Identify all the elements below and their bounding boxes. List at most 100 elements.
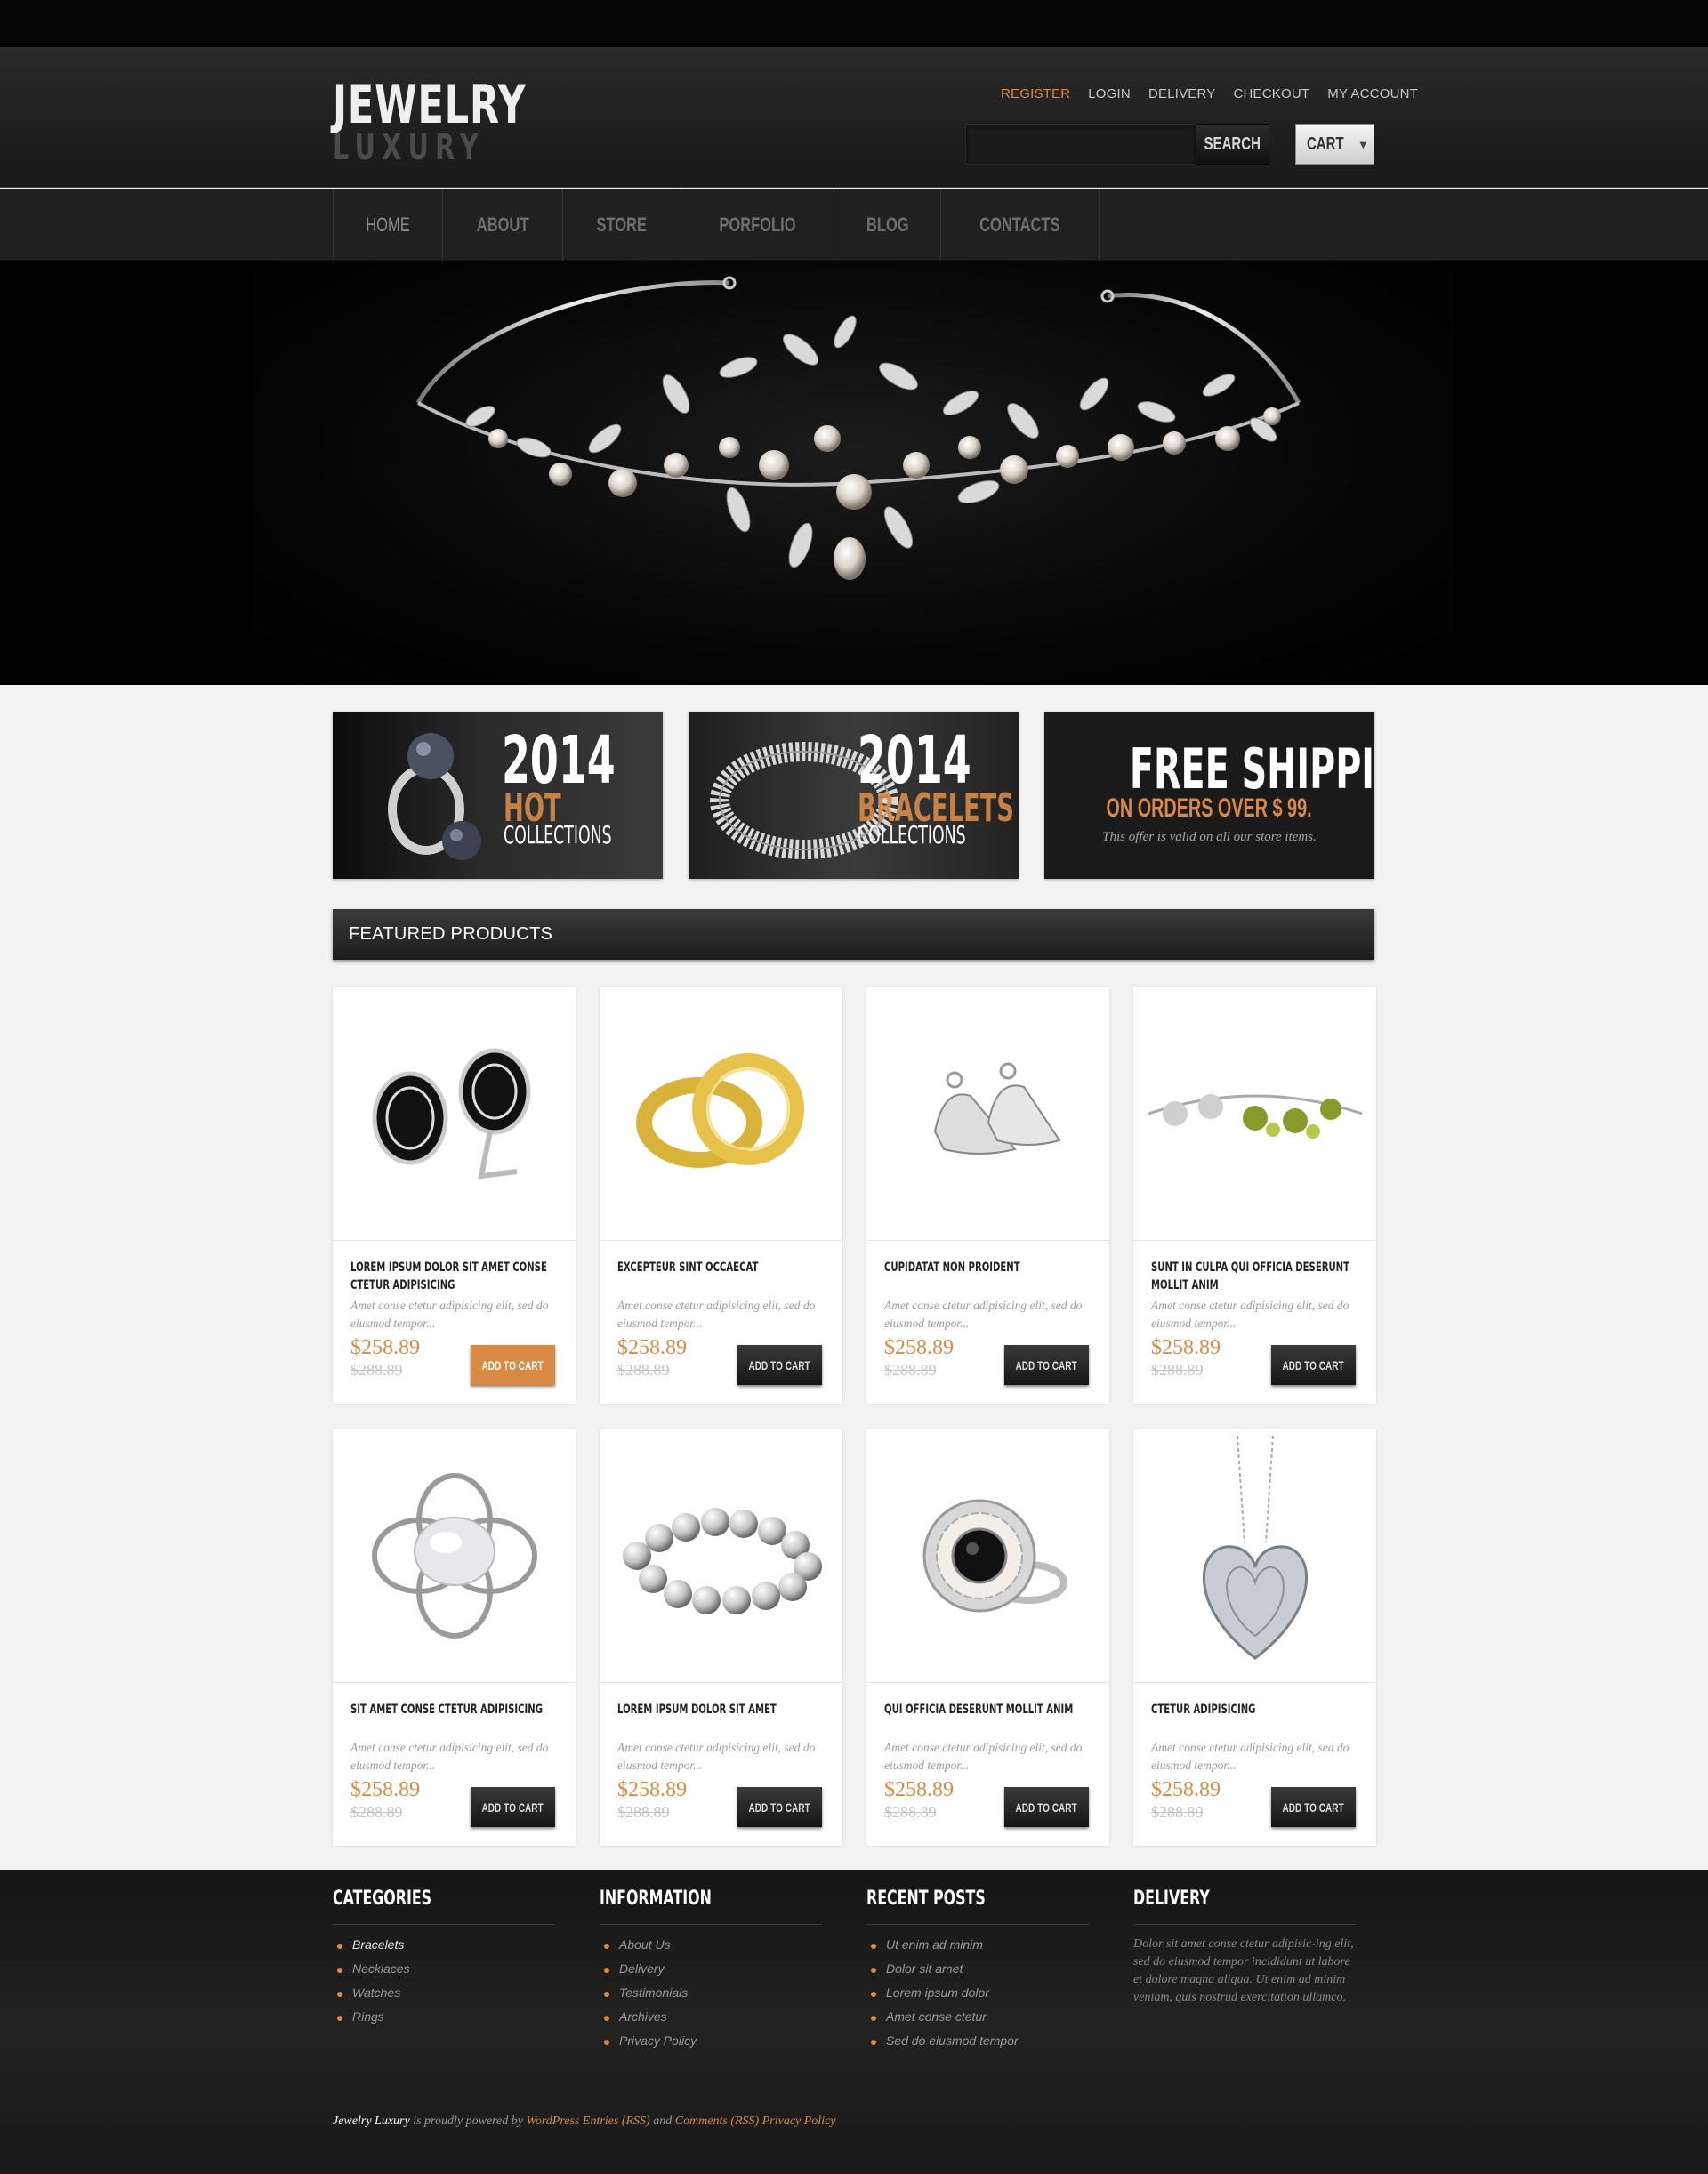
free-shipping-subtitle: ON ORDERS OVER $ 99. xyxy=(1044,793,1374,824)
footer-link-about-us[interactable]: About Us xyxy=(600,1937,822,1952)
footer-post-link[interactable]: Lorem ipsum dolor xyxy=(866,1985,1089,2000)
product-old-price: $288.89 xyxy=(884,1361,937,1379)
site-footer: CATEGORIES Bracelets Necklaces Watches R… xyxy=(0,1870,1708,2174)
top-strip xyxy=(0,0,1708,47)
my-account-link[interactable]: MY ACCOUNT xyxy=(1327,86,1418,101)
product-card: CUPIDATAT NON PROIDENT Amet conse ctetur… xyxy=(866,987,1109,1404)
product-desc: Amet conse ctetur adipisicing elit, sed … xyxy=(617,1299,816,1330)
free-shipping-title: FREE SHIPPING xyxy=(1044,737,1374,801)
footer-link-archives[interactable]: Archives xyxy=(600,2009,822,2024)
product-title[interactable]: SUNT IN CULPA QUI OFFICIA DESERUNT MOLLI… xyxy=(1151,1259,1360,1294)
product-title[interactable]: LOREM IPSUM DOLOR SIT AMET xyxy=(617,1701,826,1719)
product-old-price: $288.89 xyxy=(1151,1361,1204,1379)
product-card: CTETUR ADIPISICING Amet conse ctetur adi… xyxy=(1133,1429,1376,1846)
wordpress-link[interactable]: WordPress xyxy=(526,2114,579,2128)
footer-link-watches[interactable]: Watches xyxy=(333,1985,555,2000)
footer-heading: CATEGORIES xyxy=(333,1888,555,1925)
footer-post-link[interactable]: Sed do eiusmod tempor xyxy=(866,2033,1089,2048)
product-title-text: LOREM IPSUM DOLOR SIT AMET CONSE CTETUR … xyxy=(350,1260,547,1292)
add-to-cart-button[interactable]: ADD TO CART xyxy=(471,1345,555,1385)
delivery-link[interactable]: DELIVERY xyxy=(1148,86,1216,101)
privacy-policy-link[interactable]: Privacy Policy xyxy=(759,2114,836,2128)
cart-button[interactable]: CART ▼ xyxy=(1295,124,1374,165)
promo-bracelets-collections[interactable]: 2014 BRACELETS COLLECTIONS xyxy=(689,712,1019,879)
add-to-cart-label: ADD TO CART xyxy=(481,1357,544,1373)
hero-banner xyxy=(0,261,1708,685)
footer-link-delivery[interactable]: Delivery xyxy=(600,1961,822,1976)
product-image-bead-bracelet[interactable] xyxy=(600,1429,842,1683)
checkout-link[interactable]: CHECKOUT xyxy=(1233,86,1309,101)
nav-contacts[interactable]: CONTACTS xyxy=(941,189,1100,261)
product-image-flower-bracelet[interactable] xyxy=(1133,987,1376,1241)
add-to-cart-button[interactable]: ADD TO CART xyxy=(737,1787,822,1827)
footer-recent-posts: RECENT POSTS Ut enim ad minim Dolor sit … xyxy=(866,1888,1089,2057)
product-image-pearl-ring[interactable] xyxy=(866,1429,1109,1683)
footer-link-rings[interactable]: Rings xyxy=(333,2009,555,2024)
product-image-heart-pendant[interactable] xyxy=(1133,1429,1376,1683)
promo-hot-collections[interactable]: 2014 HOT COLLECTIONS xyxy=(333,712,663,879)
product-desc: Amet conse ctetur adipisicing elit, sed … xyxy=(350,1741,549,1772)
footer-delivery: DELIVERY Dolor sit amet conse ctetur adi… xyxy=(1133,1888,1356,2007)
product-title[interactable]: SIT AMET CONSE CTETUR ADIPISICING xyxy=(350,1701,560,1719)
product-image-cufflinks[interactable] xyxy=(333,987,576,1241)
product-image-shoe-charms[interactable] xyxy=(866,987,1109,1241)
footer-post-link[interactable]: Dolor sit amet xyxy=(866,1961,1089,1976)
promo-line: COLLECTIONS xyxy=(504,820,612,849)
add-to-cart-label: ADD TO CART xyxy=(748,1357,811,1373)
nav-blog[interactable]: BLOG xyxy=(834,189,942,261)
featured-products-heading: FEATURED PRODUCTS xyxy=(333,909,1374,960)
comments-rss-link[interactable]: Comments (RSS) xyxy=(675,2114,760,2128)
nav-about[interactable]: ABOUT xyxy=(443,189,564,261)
product-title[interactable]: EXCEPTEUR SINT OCCAECAT xyxy=(617,1259,826,1276)
nav-store[interactable]: STORE xyxy=(563,189,681,261)
add-to-cart-button[interactable]: ADD TO CART xyxy=(1271,1787,1356,1827)
nav-home[interactable]: HOME xyxy=(334,189,443,261)
top-links: REGISTER LOGIN DELIVERY CHECKOUT MY ACCO… xyxy=(1001,86,1418,101)
product-image-rings[interactable] xyxy=(600,987,842,1241)
product-price: $258.89 xyxy=(350,1336,420,1359)
copyright: Jewelry Luxury is proudly powered by Wor… xyxy=(333,2114,836,2129)
product-old-price: $288.89 xyxy=(617,1361,670,1379)
product-desc: Amet conse ctetur adipisicing elit, sed … xyxy=(350,1299,549,1330)
add-to-cart-button[interactable]: ADD TO CART xyxy=(1271,1345,1356,1385)
nav-portfolio[interactable]: PORFOLIO xyxy=(681,189,834,261)
product-desc: Amet conse ctetur adipisicing elit, sed … xyxy=(1151,1741,1349,1772)
entries-rss-link[interactable]: Entries (RSS) xyxy=(579,2114,650,2128)
add-to-cart-button[interactable]: ADD TO CART xyxy=(737,1345,822,1385)
footer-link-privacy-policy[interactable]: Privacy Policy xyxy=(600,2033,822,2048)
product-title[interactable]: QUI OFFICIA DESERUNT MOLLIT ANIM xyxy=(884,1701,1093,1719)
footer-link-necklaces[interactable]: Necklaces xyxy=(333,1961,555,1976)
add-to-cart-button[interactable]: ADD TO CART xyxy=(1004,1345,1089,1385)
product-title-text: SUNT IN CULPA QUI OFFICIA DESERUNT MOLLI… xyxy=(1151,1260,1349,1292)
main-nav: HOME ABOUT STORE PORFOLIO BLOG CONTACTS xyxy=(0,189,1708,261)
add-to-cart-label: ADD TO CART xyxy=(1015,1357,1078,1373)
copyright-powered: is proudly powered by xyxy=(409,2114,527,2128)
footer-categories: CATEGORIES Bracelets Necklaces Watches R… xyxy=(333,1888,555,2033)
footer-post-link[interactable]: Ut enim ad minim xyxy=(866,1937,1089,1952)
product-card: SIT AMET CONSE CTETUR ADIPISICING Amet c… xyxy=(333,1429,576,1846)
footer-link-bracelets[interactable]: Bracelets xyxy=(333,1937,555,1952)
product-title[interactable]: LOREM IPSUM DOLOR SIT AMET CONSE CTETUR … xyxy=(350,1259,560,1294)
footer-heading: INFORMATION xyxy=(600,1888,822,1925)
product-price: $258.89 xyxy=(884,1336,954,1359)
search-button[interactable]: SEARCH xyxy=(1196,124,1269,165)
search-input[interactable] xyxy=(965,124,1196,165)
login-link[interactable]: LOGIN xyxy=(1088,86,1131,101)
product-image-crystal-ring[interactable] xyxy=(333,1429,576,1683)
product-card: SUNT IN CULPA QUI OFFICIA DESERUNT MOLLI… xyxy=(1133,987,1376,1404)
add-to-cart-button[interactable]: ADD TO CART xyxy=(471,1787,555,1827)
footer-information: INFORMATION About Us Delivery Testimonia… xyxy=(600,1888,822,2057)
promo-line: COLLECTIONS xyxy=(858,820,966,849)
ring-image xyxy=(388,733,481,860)
product-price: $258.89 xyxy=(350,1778,420,1801)
add-to-cart-button[interactable]: ADD TO CART xyxy=(1004,1787,1089,1827)
product-old-price: $288.89 xyxy=(350,1803,403,1821)
product-title[interactable]: CTETUR ADIPISICING xyxy=(1151,1701,1360,1719)
promo-free-shipping[interactable]: FREE SHIPPING ON ORDERS OVER $ 99. This … xyxy=(1044,712,1374,879)
register-link[interactable]: REGISTER xyxy=(1001,86,1070,101)
product-title-text: CUPIDATAT NON PROIDENT xyxy=(884,1260,1020,1275)
product-title[interactable]: CUPIDATAT NON PROIDENT xyxy=(884,1259,1093,1276)
copyright-and: and xyxy=(649,2114,675,2128)
footer-post-link[interactable]: Amet conse ctetur xyxy=(866,2009,1089,2024)
footer-link-testimonials[interactable]: Testimonials xyxy=(600,1985,822,2000)
